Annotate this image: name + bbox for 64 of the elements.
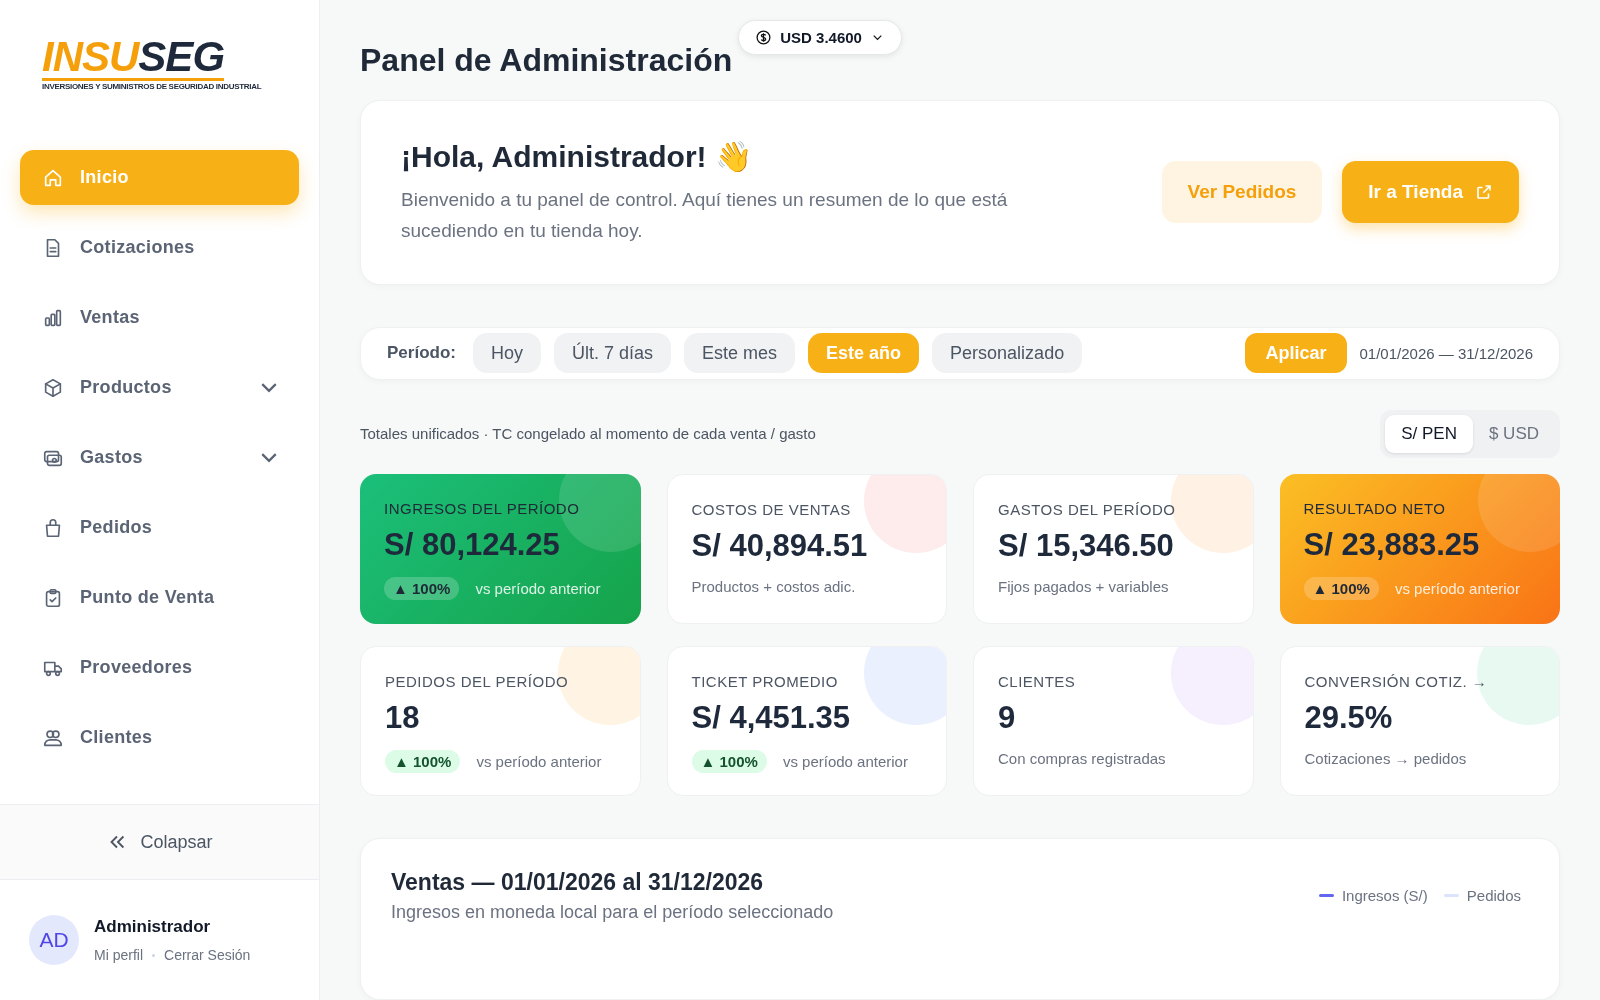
nav-item[interactable]: Ventas	[20, 290, 299, 345]
stat-label: TICKET PROMEDIO	[691, 672, 839, 690]
nav-item[interactable]: Proveedores	[20, 640, 299, 695]
nav-item[interactable]: Punto de Venta	[20, 570, 299, 625]
stat-value: S/ 4,451.35	[691, 699, 852, 736]
external-link-icon	[1475, 183, 1493, 202]
stat-label: CLIENTES	[998, 672, 1077, 690]
stat-note: Con compras registradas	[998, 749, 1166, 767]
stat-label: GASTOS DEL PERÍODO	[998, 500, 1177, 518]
date-range: 01/01/2026 — 31/12/2026	[1359, 344, 1533, 362]
stat-value: S/ 40,894.51	[691, 527, 869, 564]
stat-label: RESULTADO NETO	[1303, 499, 1447, 517]
separator-dot	[152, 953, 155, 957]
period-chip[interactable]: Hoy	[472, 333, 541, 374]
user-link[interactable]: Cerrar Sesión	[164, 947, 251, 963]
stat-note: Fijos pagados + variables	[998, 577, 1169, 595]
stat-note: vs período anterior	[476, 752, 602, 770]
legend-label: Ingresos (S/)	[1341, 886, 1428, 904]
trend-badge: ▲ 100%	[691, 749, 767, 773]
exchange-rate-dropdown[interactable]: USD 3.4600	[738, 20, 902, 55]
stat-value: S/ 15,346.50	[998, 527, 1175, 564]
logo-tagline: INVERSIONES Y SUMINISTROS DE SEGURIDAD INDUSTRIAL	[42, 82, 262, 91]
trend-badge: ▲ 100%	[385, 749, 461, 773]
dollar-icon	[755, 29, 773, 46]
stat-value: S/ 80,124.25	[384, 526, 561, 563]
period-label: Período:	[387, 343, 456, 364]
stat-note: Cotizaciones → pedidos	[1304, 749, 1467, 767]
stat-note: vs período anterior	[1394, 579, 1520, 597]
nav-item[interactable]: Productos	[20, 360, 299, 415]
sales-subtitle: Ingresos en moneda local para el período seleccionado	[391, 901, 834, 923]
nav-item[interactable]: Clientes	[20, 710, 299, 765]
stat-note: Productos + costos adic.	[691, 577, 856, 595]
stat-value: 18	[385, 699, 421, 736]
user-link[interactable]: Mi perfil	[94, 947, 143, 963]
sales-title: Ventas — 01/01/2026 al 31/12/2026	[391, 868, 765, 896]
currency-option[interactable]: S/ PEN	[1385, 414, 1473, 453]
totals-note: Totales unificados · TC congelado al momento de cada venta / gasto	[360, 425, 816, 443]
nav-item[interactable]: Pedidos	[20, 500, 299, 555]
user-name: Administrador	[94, 917, 212, 937]
stat-value: S/ 23,883.25	[1303, 526, 1481, 563]
stat-note: vs período anterior	[475, 579, 601, 597]
welcome-text: Bienvenido a tu panel de control. Aquí tienes un resumen de lo que está sucediendo en tu tienda hoy.	[401, 187, 1009, 243]
box-icon	[42, 376, 64, 399]
legend-label: Pedidos	[1466, 886, 1521, 904]
welcome-title: ¡Hola, Administrador! 👋	[401, 138, 753, 174]
period-chip[interactable]: Este mes	[684, 333, 796, 374]
nav-item[interactable]: Cotizaciones	[20, 220, 299, 275]
avatar: AD	[29, 915, 79, 965]
nav-item[interactable]: Gastos	[20, 430, 299, 485]
period-chip[interactable]: Personalizado	[932, 333, 1083, 374]
trend-badge: ▲ 100%	[1303, 576, 1379, 600]
stat-value: 9	[998, 699, 1017, 736]
currency-option[interactable]: $ USD	[1472, 414, 1555, 453]
period-chip[interactable]: Últ. 7 días	[553, 333, 671, 374]
trend-badge: ▲ 100%	[384, 576, 460, 600]
collapse-button[interactable]: Colapsar	[0, 804, 319, 880]
stat-label: CONVERSIÓN COTIZ. →	[1304, 672, 1489, 690]
stat-label: INGRESOS DEL PERÍODO	[384, 499, 581, 517]
page-title: Panel de Administración	[360, 42, 733, 79]
stat-value: 29.5%	[1304, 699, 1394, 736]
stat-label: PEDIDOS DEL PERÍODO	[385, 672, 570, 690]
stat-note: vs período anterior	[782, 752, 908, 770]
stat-label: COSTOS DE VENTAS	[691, 500, 852, 518]
logo-wordmark: INSUSEG	[42, 36, 225, 81]
